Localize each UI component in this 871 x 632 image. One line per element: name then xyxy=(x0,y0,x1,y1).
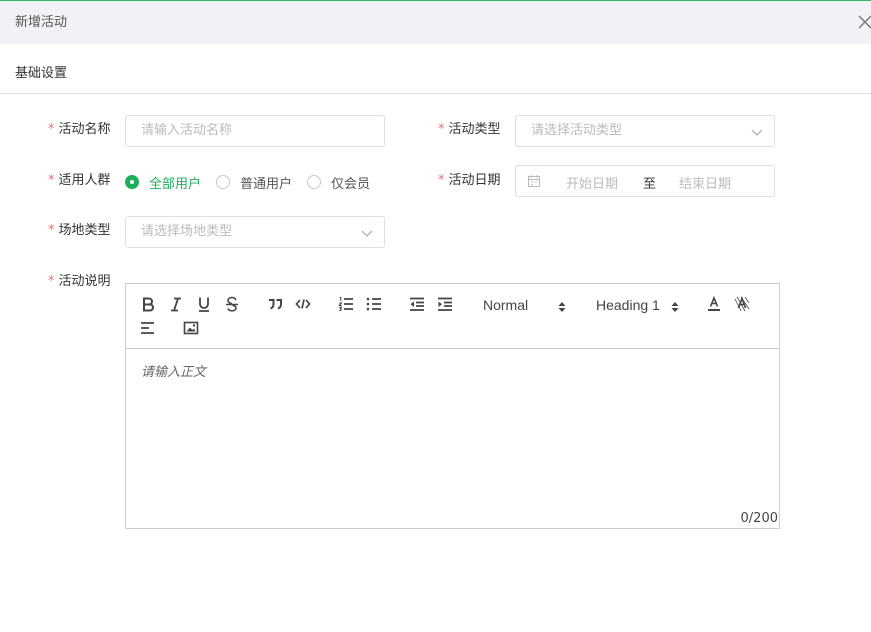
font-size-select[interactable]: Normal xyxy=(483,296,567,314)
quote-icon[interactable] xyxy=(266,295,284,313)
bullet-list-icon[interactable] xyxy=(365,295,383,313)
required-mark: * xyxy=(438,173,445,188)
end-date-input[interactable]: 结束日期 xyxy=(679,173,731,192)
chevron-down-icon xyxy=(360,226,374,240)
radio-label: 普通用户 xyxy=(240,176,293,192)
activity-date-label-text: 活动日期 xyxy=(448,173,501,188)
heading-value: Heading 1 xyxy=(596,297,660,313)
italic-icon[interactable] xyxy=(167,295,185,313)
image-icon[interactable] xyxy=(182,319,200,337)
radio-regular-users[interactable]: 普通用户 xyxy=(216,173,293,192)
activity-name-label: * 活动名称 xyxy=(48,121,111,139)
dialog-title: 新增活动 xyxy=(15,15,68,30)
close-icon[interactable] xyxy=(855,11,871,33)
activity-type-placeholder: 请选择活动类型 xyxy=(531,123,623,138)
activity-type-label-text: 活动类型 xyxy=(448,122,501,137)
radio-label: 全部用户 xyxy=(149,176,202,192)
required-mark: * xyxy=(48,173,55,188)
start-date-input[interactable]: 开始日期 xyxy=(566,173,618,192)
radio-circle[interactable] xyxy=(216,175,230,189)
description-label: * 活动说明 xyxy=(48,273,111,291)
required-mark: * xyxy=(438,122,445,137)
character-counter: 0/200 xyxy=(740,511,778,526)
text-color-icon[interactable] xyxy=(705,295,723,313)
select-arrows-icon xyxy=(558,299,566,312)
venue-type-label-text: 场地类型 xyxy=(58,223,111,238)
align-left-icon[interactable] xyxy=(139,319,157,337)
clear-format-icon[interactable] xyxy=(733,295,751,313)
radio-circle[interactable] xyxy=(307,175,321,189)
chevron-down-icon xyxy=(750,125,764,139)
font-size-value: Normal xyxy=(483,297,529,313)
editor-toolbar: Normal Heading 1 xyxy=(126,284,779,349)
section-title: 基础设置 xyxy=(15,66,68,81)
venue-type-select[interactable]: 请选择场地类型 xyxy=(125,216,385,248)
required-mark: * xyxy=(48,122,55,137)
activity-name-input[interactable]: 请输入活动名称 xyxy=(125,115,385,147)
venue-type-placeholder: 请选择场地类型 xyxy=(141,224,233,239)
outdent-icon[interactable] xyxy=(408,295,426,313)
date-separator: 至 xyxy=(643,177,657,192)
activity-date-label: * 活动日期 xyxy=(438,172,501,190)
indent-icon[interactable] xyxy=(436,295,454,313)
required-mark: * xyxy=(48,274,55,289)
description-label-text: 活动说明 xyxy=(58,274,111,289)
heading-select[interactable]: Heading 1 xyxy=(596,296,680,314)
section-divider xyxy=(0,93,871,94)
select-arrows-icon xyxy=(671,299,679,312)
required-mark: * xyxy=(48,223,55,238)
venue-type-label: * 场地类型 xyxy=(48,222,111,240)
audience-label-text: 适用人群 xyxy=(58,173,111,188)
activity-name-label-text: 活动名称 xyxy=(58,122,111,137)
bold-icon[interactable] xyxy=(139,295,157,313)
strikethrough-icon[interactable] xyxy=(223,295,241,313)
activity-type-select[interactable]: 请选择活动类型 xyxy=(515,115,775,147)
date-range-picker[interactable]: 开始日期 至 结束日期 xyxy=(515,165,775,197)
radio-circle[interactable] xyxy=(125,175,139,189)
radio-label: 仅会员 xyxy=(331,176,371,192)
audience-label: * 适用人群 xyxy=(48,172,111,190)
code-icon[interactable] xyxy=(294,295,312,313)
editor-placeholder: 请输入正文 xyxy=(141,365,207,380)
underline-icon[interactable] xyxy=(195,295,213,313)
dialog-header: 新增活动 xyxy=(0,1,871,44)
activity-type-label: * 活动类型 xyxy=(438,121,501,139)
radio-members-only[interactable]: 仅会员 xyxy=(307,173,371,192)
ordered-list-icon[interactable] xyxy=(337,295,355,313)
radio-all-users[interactable]: 全部用户 xyxy=(125,173,202,192)
calendar-icon xyxy=(527,174,541,188)
activity-name-placeholder: 请输入活动名称 xyxy=(141,123,233,138)
rich-text-editor[interactable]: Normal Heading 1 请输入正文 0/200 xyxy=(125,283,780,529)
